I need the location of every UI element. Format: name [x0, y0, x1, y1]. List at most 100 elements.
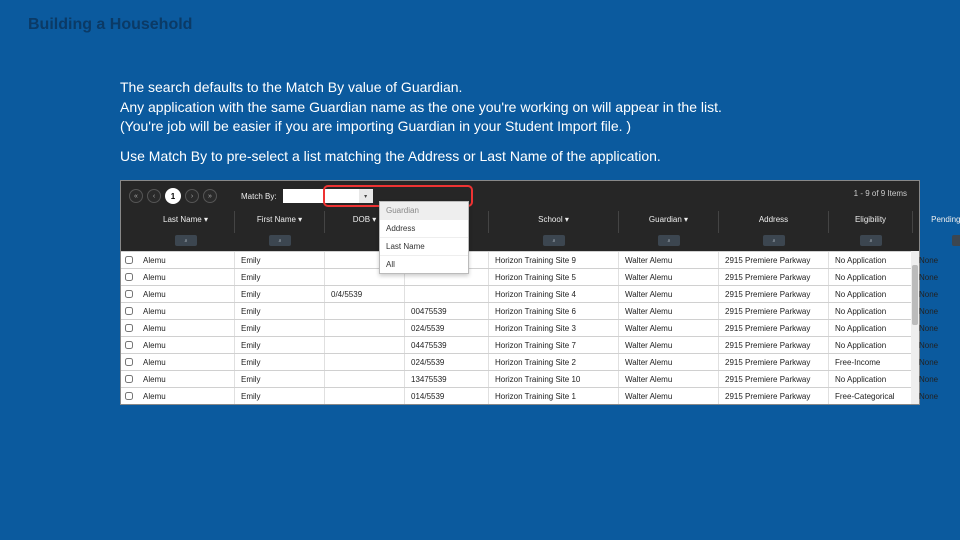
- row-checkbox[interactable]: [121, 286, 137, 302]
- filter-eligibility[interactable]: ⌕: [860, 235, 882, 246]
- row-checkbox[interactable]: [121, 354, 137, 370]
- table-row[interactable]: AlemuEmily014/5539Horizon Training Site …: [121, 387, 919, 404]
- search-icon: ⌕: [773, 238, 776, 244]
- matchby-select[interactable]: ▾: [283, 189, 373, 203]
- table-row[interactable]: AlemuEmily13475539Horizon Training Site …: [121, 370, 919, 387]
- cell-eligibility: No Application: [829, 269, 913, 285]
- matchby-dropdown[interactable]: Guardian Address Last Name All: [379, 201, 469, 274]
- para1-line1: The search defaults to the Match By valu…: [120, 79, 462, 95]
- cell-guardian: Walter Alemu: [619, 388, 719, 404]
- cell-lastname: Alemu: [137, 252, 235, 268]
- cell-sid: 024/5539: [405, 354, 489, 370]
- item-count: 1 - 9 of 9 Items: [854, 189, 907, 198]
- cell-lastname: Alemu: [137, 303, 235, 319]
- cell-firstname: Emily: [235, 269, 325, 285]
- cell-dob: [325, 388, 405, 404]
- filter-lastname[interactable]: ⌕: [175, 235, 197, 246]
- cell-guardian: Walter Alemu: [619, 354, 719, 370]
- cell-guardian: Walter Alemu: [619, 320, 719, 336]
- search-icon: ⌕: [185, 238, 188, 244]
- cell-guardian: Walter Alemu: [619, 371, 719, 387]
- cell-lastname: Alemu: [137, 388, 235, 404]
- matchby-label: Match By:: [241, 192, 277, 201]
- table-row[interactable]: AlemuEmilyHorizon Training Site 9Walter …: [121, 251, 919, 268]
- cell-guardian: Walter Alemu: [619, 286, 719, 302]
- col-school[interactable]: School ▾: [489, 211, 619, 233]
- col-guardian[interactable]: Guardian ▾: [619, 211, 719, 233]
- cell-lastname: Alemu: [137, 354, 235, 370]
- pager-first-icon[interactable]: «: [129, 189, 143, 203]
- filter-firstname[interactable]: ⌕: [269, 235, 291, 246]
- cell-address: 2915 Premiere Parkway: [719, 354, 829, 370]
- cell-pending: None: [913, 286, 960, 302]
- cell-school: Horizon Training Site 1: [489, 388, 619, 404]
- cell-school: Horizon Training Site 6: [489, 303, 619, 319]
- table-header-row: Last Name ▾ First Name ▾ DOB ▾ Student I…: [121, 211, 919, 233]
- cell-pending: None: [913, 371, 960, 387]
- search-icon: ⌕: [279, 238, 282, 244]
- cell-eligibility: No Application: [829, 252, 913, 268]
- filter-school[interactable]: ⌕: [543, 235, 565, 246]
- col-eligibility[interactable]: Eligibility: [829, 211, 913, 233]
- table-row[interactable]: AlemuEmily04475539Horizon Training Site …: [121, 336, 919, 353]
- cell-guardian: Walter Alemu: [619, 252, 719, 268]
- table-row[interactable]: AlemuEmily024/5539Horizon Training Site …: [121, 319, 919, 336]
- row-checkbox[interactable]: [121, 337, 137, 353]
- row-checkbox[interactable]: [121, 252, 137, 268]
- row-checkbox[interactable]: [121, 388, 137, 404]
- cell-eligibility: No Application: [829, 371, 913, 387]
- table-row[interactable]: AlemuEmily00475539Horizon Training Site …: [121, 302, 919, 319]
- cell-guardian: Walter Alemu: [619, 303, 719, 319]
- cell-lastname: Alemu: [137, 269, 235, 285]
- table-filter-row: ⌕ ⌕ ⌕ ⌕ ⌕ ⌕ ⌕ ⌕: [121, 233, 919, 251]
- cell-lastname: Alemu: [137, 286, 235, 302]
- cell-address: 2915 Premiere Parkway: [719, 337, 829, 353]
- cell-address: 2915 Premiere Parkway: [719, 269, 829, 285]
- chevron-down-icon[interactable]: ▾: [359, 189, 373, 203]
- dropdown-opt-address[interactable]: Address: [380, 219, 468, 237]
- filter-guardian[interactable]: ⌕: [658, 235, 680, 246]
- cell-guardian: Walter Alemu: [619, 337, 719, 353]
- cell-dob: [325, 371, 405, 387]
- col-firstname[interactable]: First Name ▾: [235, 211, 325, 233]
- scrollbar[interactable]: [911, 251, 919, 404]
- dropdown-opt-lastname[interactable]: Last Name: [380, 237, 468, 255]
- cell-eligibility: No Application: [829, 337, 913, 353]
- embedded-screenshot: « ‹ 1 › » Match By: ▾ 1 - 9 of 9 Items G…: [120, 180, 920, 405]
- cell-address: 2915 Premiere Parkway: [719, 252, 829, 268]
- row-checkbox[interactable]: [121, 320, 137, 336]
- cell-pending: None: [913, 269, 960, 285]
- dropdown-opt-all[interactable]: All: [380, 255, 468, 273]
- cell-pending: None: [913, 320, 960, 336]
- cell-firstname: Emily: [235, 252, 325, 268]
- pager-prev-icon[interactable]: ‹: [147, 189, 161, 203]
- pager-next-icon[interactable]: ›: [185, 189, 199, 203]
- row-checkbox[interactable]: [121, 371, 137, 387]
- col-lastname[interactable]: Last Name ▾: [137, 211, 235, 233]
- table-row[interactable]: AlemuEmily0/4/5539Horizon Training Site …: [121, 285, 919, 302]
- cell-address: 2915 Premiere Parkway: [719, 320, 829, 336]
- col-pending[interactable]: Pending Eligibility: [913, 211, 960, 233]
- filter-address[interactable]: ⌕: [763, 235, 785, 246]
- row-checkbox[interactable]: [121, 269, 137, 285]
- row-checkbox[interactable]: [121, 303, 137, 319]
- table-row[interactable]: AlemuEmily024/5539Horizon Training Site …: [121, 353, 919, 370]
- cell-address: 2915 Premiere Parkway: [719, 286, 829, 302]
- cell-pending: None: [913, 303, 960, 319]
- cell-firstname: Emily: [235, 354, 325, 370]
- cell-firstname: Emily: [235, 286, 325, 302]
- dropdown-opt-guardian[interactable]: Guardian: [380, 202, 468, 219]
- col-address[interactable]: Address: [719, 211, 829, 233]
- cell-firstname: Emily: [235, 320, 325, 336]
- search-icon: ⌕: [870, 238, 873, 244]
- filter-pending[interactable]: ⌕: [952, 235, 960, 246]
- para1-line3: (You're job will be easier if you are im…: [120, 118, 631, 134]
- para1-line2: Any application with the same Guardian n…: [120, 99, 722, 115]
- pager-last-icon[interactable]: »: [203, 189, 217, 203]
- cell-school: Horizon Training Site 4: [489, 286, 619, 302]
- cell-sid: 13475539: [405, 371, 489, 387]
- cell-eligibility: Free-Categorical: [829, 388, 913, 404]
- table-row[interactable]: AlemuEmilyHorizon Training Site 5Walter …: [121, 268, 919, 285]
- scrollbar-thumb[interactable]: [912, 265, 918, 325]
- cell-sid: [405, 286, 489, 302]
